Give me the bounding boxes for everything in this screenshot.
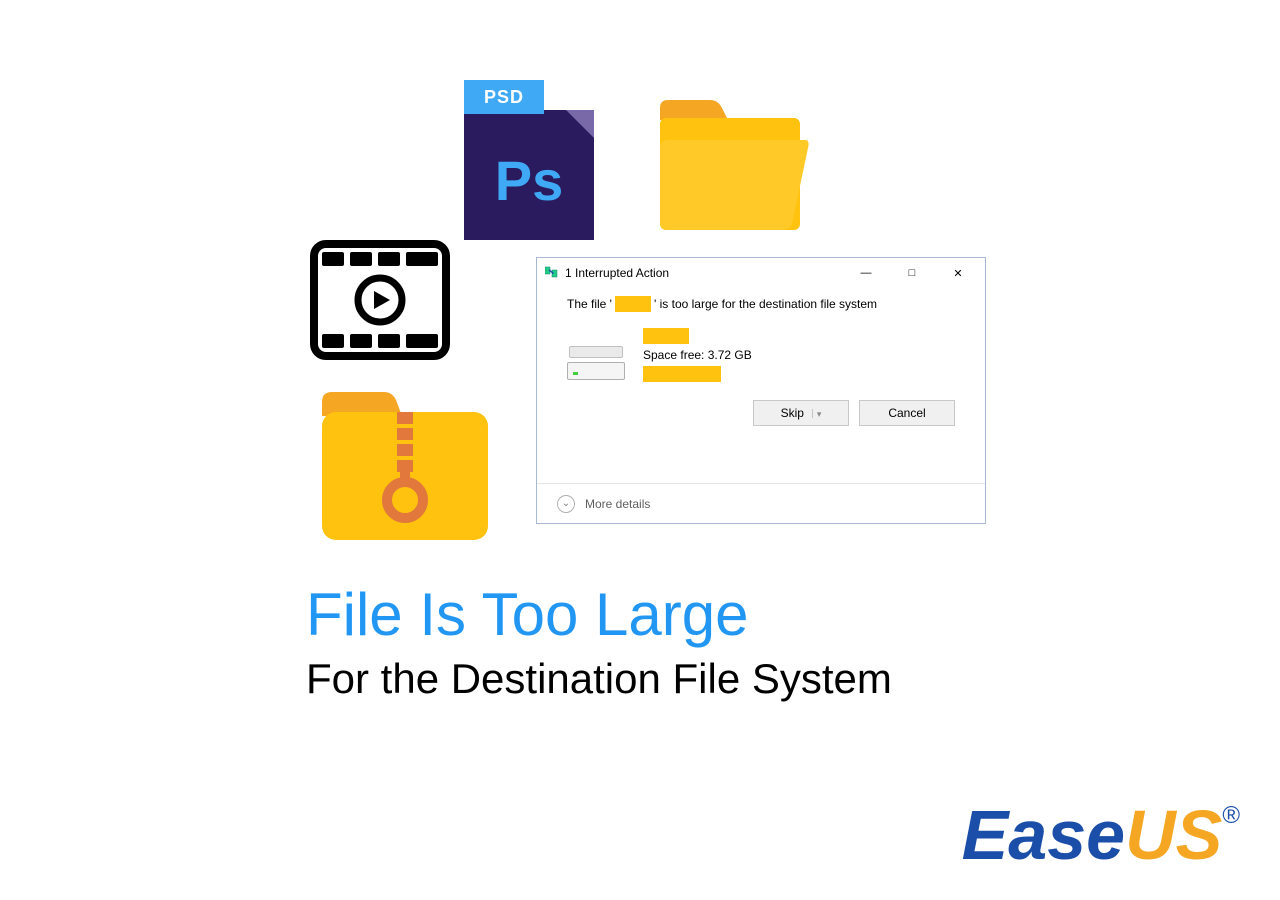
minimize-button[interactable]: — (843, 258, 889, 288)
dialog-title-icon (545, 265, 559, 282)
maximize-button[interactable]: □ (889, 258, 935, 288)
redacted-drive-info (643, 366, 721, 382)
folder-icon (650, 90, 810, 245)
dialog-footer[interactable]: ⌄ More details (537, 483, 985, 523)
psd-text: Ps (464, 148, 594, 213)
more-details-label: More details (585, 497, 650, 511)
skip-button[interactable]: Skip｜▾ (753, 400, 849, 426)
redacted-filename (615, 296, 651, 312)
close-button[interactable]: ✕ (935, 258, 981, 288)
chevron-down-icon: ⌄ (557, 495, 575, 513)
redacted-drive-name (643, 328, 689, 344)
headline-subtitle: For the Destination File System (306, 655, 892, 703)
zip-folder-icon (310, 382, 500, 557)
psd-file-icon: PSD Ps (464, 80, 594, 240)
dialog-message: The file ' ' is too large for the destin… (537, 288, 985, 326)
easeus-logo: Ease US ® (962, 800, 1240, 870)
cancel-button[interactable]: Cancel (859, 400, 955, 426)
video-film-icon (310, 240, 450, 365)
dialog-titlebar[interactable]: 1 Interrupted Action — □ ✕ (537, 258, 985, 288)
dialog-title: 1 Interrupted Action (565, 266, 843, 280)
interrupted-action-dialog: 1 Interrupted Action — □ ✕ The file ' ' … (536, 257, 986, 524)
headline: File Is Too Large For the Destination Fi… (306, 580, 892, 703)
space-free-label: Space free: 3.72 GB (643, 348, 752, 362)
headline-title: File Is Too Large (306, 580, 892, 649)
psd-badge: PSD (464, 80, 544, 114)
drive-icon (567, 344, 625, 380)
